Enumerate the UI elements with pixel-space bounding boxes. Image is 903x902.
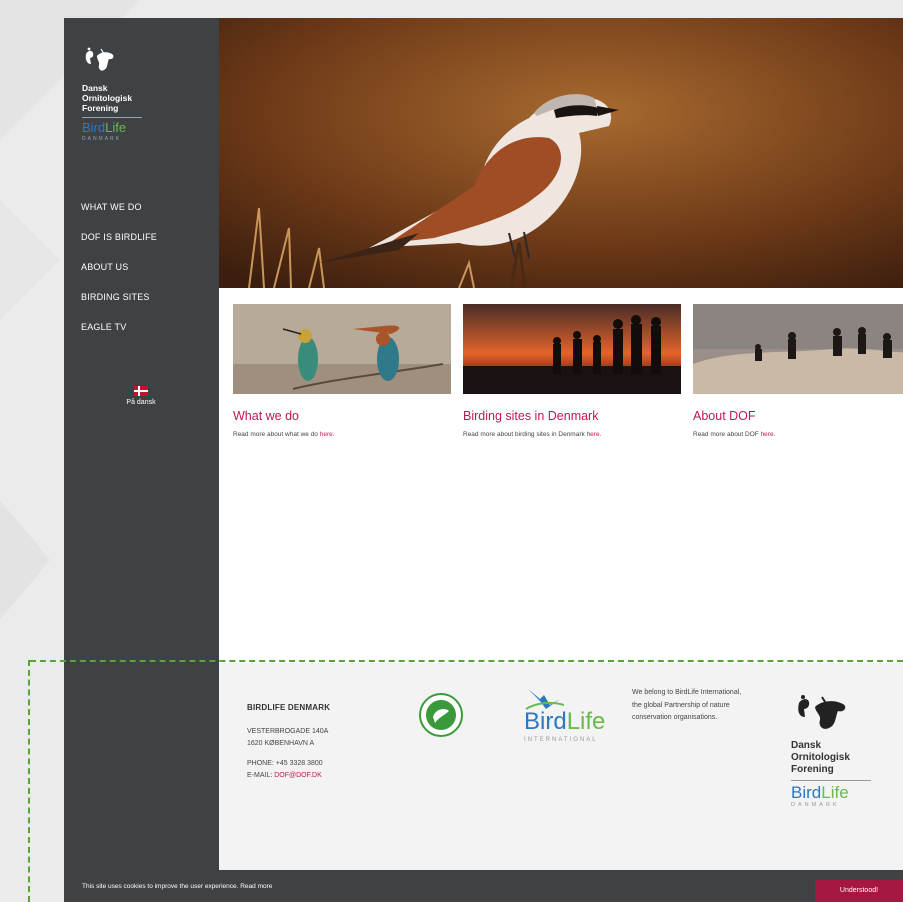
footer-heading: BIRDLIFE DENMARK	[247, 703, 331, 712]
card-image[interactable]	[233, 304, 451, 394]
card-image[interactable]	[693, 304, 903, 394]
card-text: Read more about what we do here.	[233, 431, 335, 438]
bee-eaters-photo	[233, 304, 451, 394]
nav-item-eagle-tv[interactable]: EAGLE TV	[81, 320, 157, 350]
card-image[interactable]	[463, 304, 681, 394]
birdlife-intl-word: BirdLife	[524, 708, 606, 735]
nav-item-about-us[interactable]: ABOUT US	[81, 260, 157, 290]
dof-logo[interactable]: Dansk Ornitologisk Forening BirdLife DAN…	[82, 46, 162, 142]
logo-birdlife: BirdLife	[82, 120, 127, 135]
card-link[interactable]: here.	[761, 431, 776, 438]
card-text: Read more about birding sites in Denmark…	[463, 431, 602, 438]
hero-image	[219, 18, 903, 288]
footer-address-line1: VESTERBROGADE 140A	[247, 728, 329, 735]
nav-item-birding-sites[interactable]: BIRDING SITES	[81, 290, 157, 320]
footer-email-link[interactable]: DOF@DOF.DK	[274, 772, 322, 779]
selection-outline-left	[28, 660, 30, 902]
green-seal-icon	[419, 693, 463, 737]
language-switch[interactable]: På dansk	[116, 386, 166, 406]
language-label: På dansk	[126, 399, 156, 406]
red-backed-shrike-photo	[219, 18, 903, 288]
logo-org-name: Dansk Ornitologisk Forening	[82, 83, 133, 113]
dof-birdlife-sub: DANMARK	[791, 802, 840, 808]
nav-item-what-we-do[interactable]: WHAT WE DO	[81, 200, 157, 230]
footer-belong-text: We belong to BirdLife International, the…	[632, 689, 742, 721]
card-link[interactable]: here.	[587, 431, 602, 438]
selection-outline-top	[30, 660, 903, 662]
birdlife-intl-sub: INTERNATIONAL	[524, 737, 598, 743]
card-title[interactable]: About DOF	[693, 409, 903, 423]
danish-flag-icon	[134, 386, 148, 396]
footer-email: E-MAIL: DOF@DOF.DK	[247, 772, 322, 779]
dof-bird-icon	[798, 695, 846, 729]
cookie-bar: This site uses cookies to improve the us…	[64, 870, 903, 902]
cookie-text[interactable]: This site uses cookies to improve the us…	[82, 883, 272, 890]
footer-address-line2: 1620 KØBENHAVN A	[247, 740, 315, 747]
footer-dof-logo[interactable]: Dansk Ornitologisk Forening BirdLife DAN…	[791, 693, 901, 808]
footer-contact: BIRDLIFE DENMARK VESTERBROGADE 140A 1620…	[247, 703, 330, 782]
dof-birdlife: BirdLife	[791, 783, 849, 802]
sidebar: Dansk Ornitologisk Forening BirdLife DAN…	[64, 18, 219, 870]
main-nav: WHAT WE DO DOF IS BIRDLIFE ABOUT US BIRD…	[81, 200, 157, 350]
nav-item-dof-is-birdlife[interactable]: DOF IS BIRDLIFE	[81, 230, 157, 260]
dof-name: Dansk Ornitologisk Forening	[791, 740, 850, 775]
logo-birdlife-sub: DANMARK	[82, 136, 122, 142]
dof-divider	[791, 780, 871, 781]
card-about-dof[interactable]: About DOF Read more about DOF here.	[693, 304, 903, 438]
logo-divider	[82, 117, 142, 118]
birdlife-international-logo[interactable]: BirdLife INTERNATIONAL	[524, 685, 644, 743]
bird-logo-icon	[85, 47, 114, 71]
card-link[interactable]: here.	[320, 431, 335, 438]
birders-sunset-photo	[463, 304, 681, 394]
footer-phone: PHONE: +45 3328 3800	[247, 760, 323, 767]
footer: BIRDLIFE DENMARK VESTERBROGADE 140A 1620…	[219, 663, 903, 870]
card-what-we-do[interactable]: What we do Read more about what we do he…	[233, 304, 451, 438]
card-title[interactable]: What we do	[233, 409, 451, 423]
birders-dunes-photo	[693, 304, 903, 394]
card-text: Read more about DOF here.	[693, 431, 776, 438]
card-title[interactable]: Birding sites in Denmark	[463, 409, 681, 423]
cookie-accept-button[interactable]: Understood!	[815, 880, 903, 902]
card-birding-sites[interactable]: Birding sites in Denmark Read more about…	[463, 304, 681, 438]
